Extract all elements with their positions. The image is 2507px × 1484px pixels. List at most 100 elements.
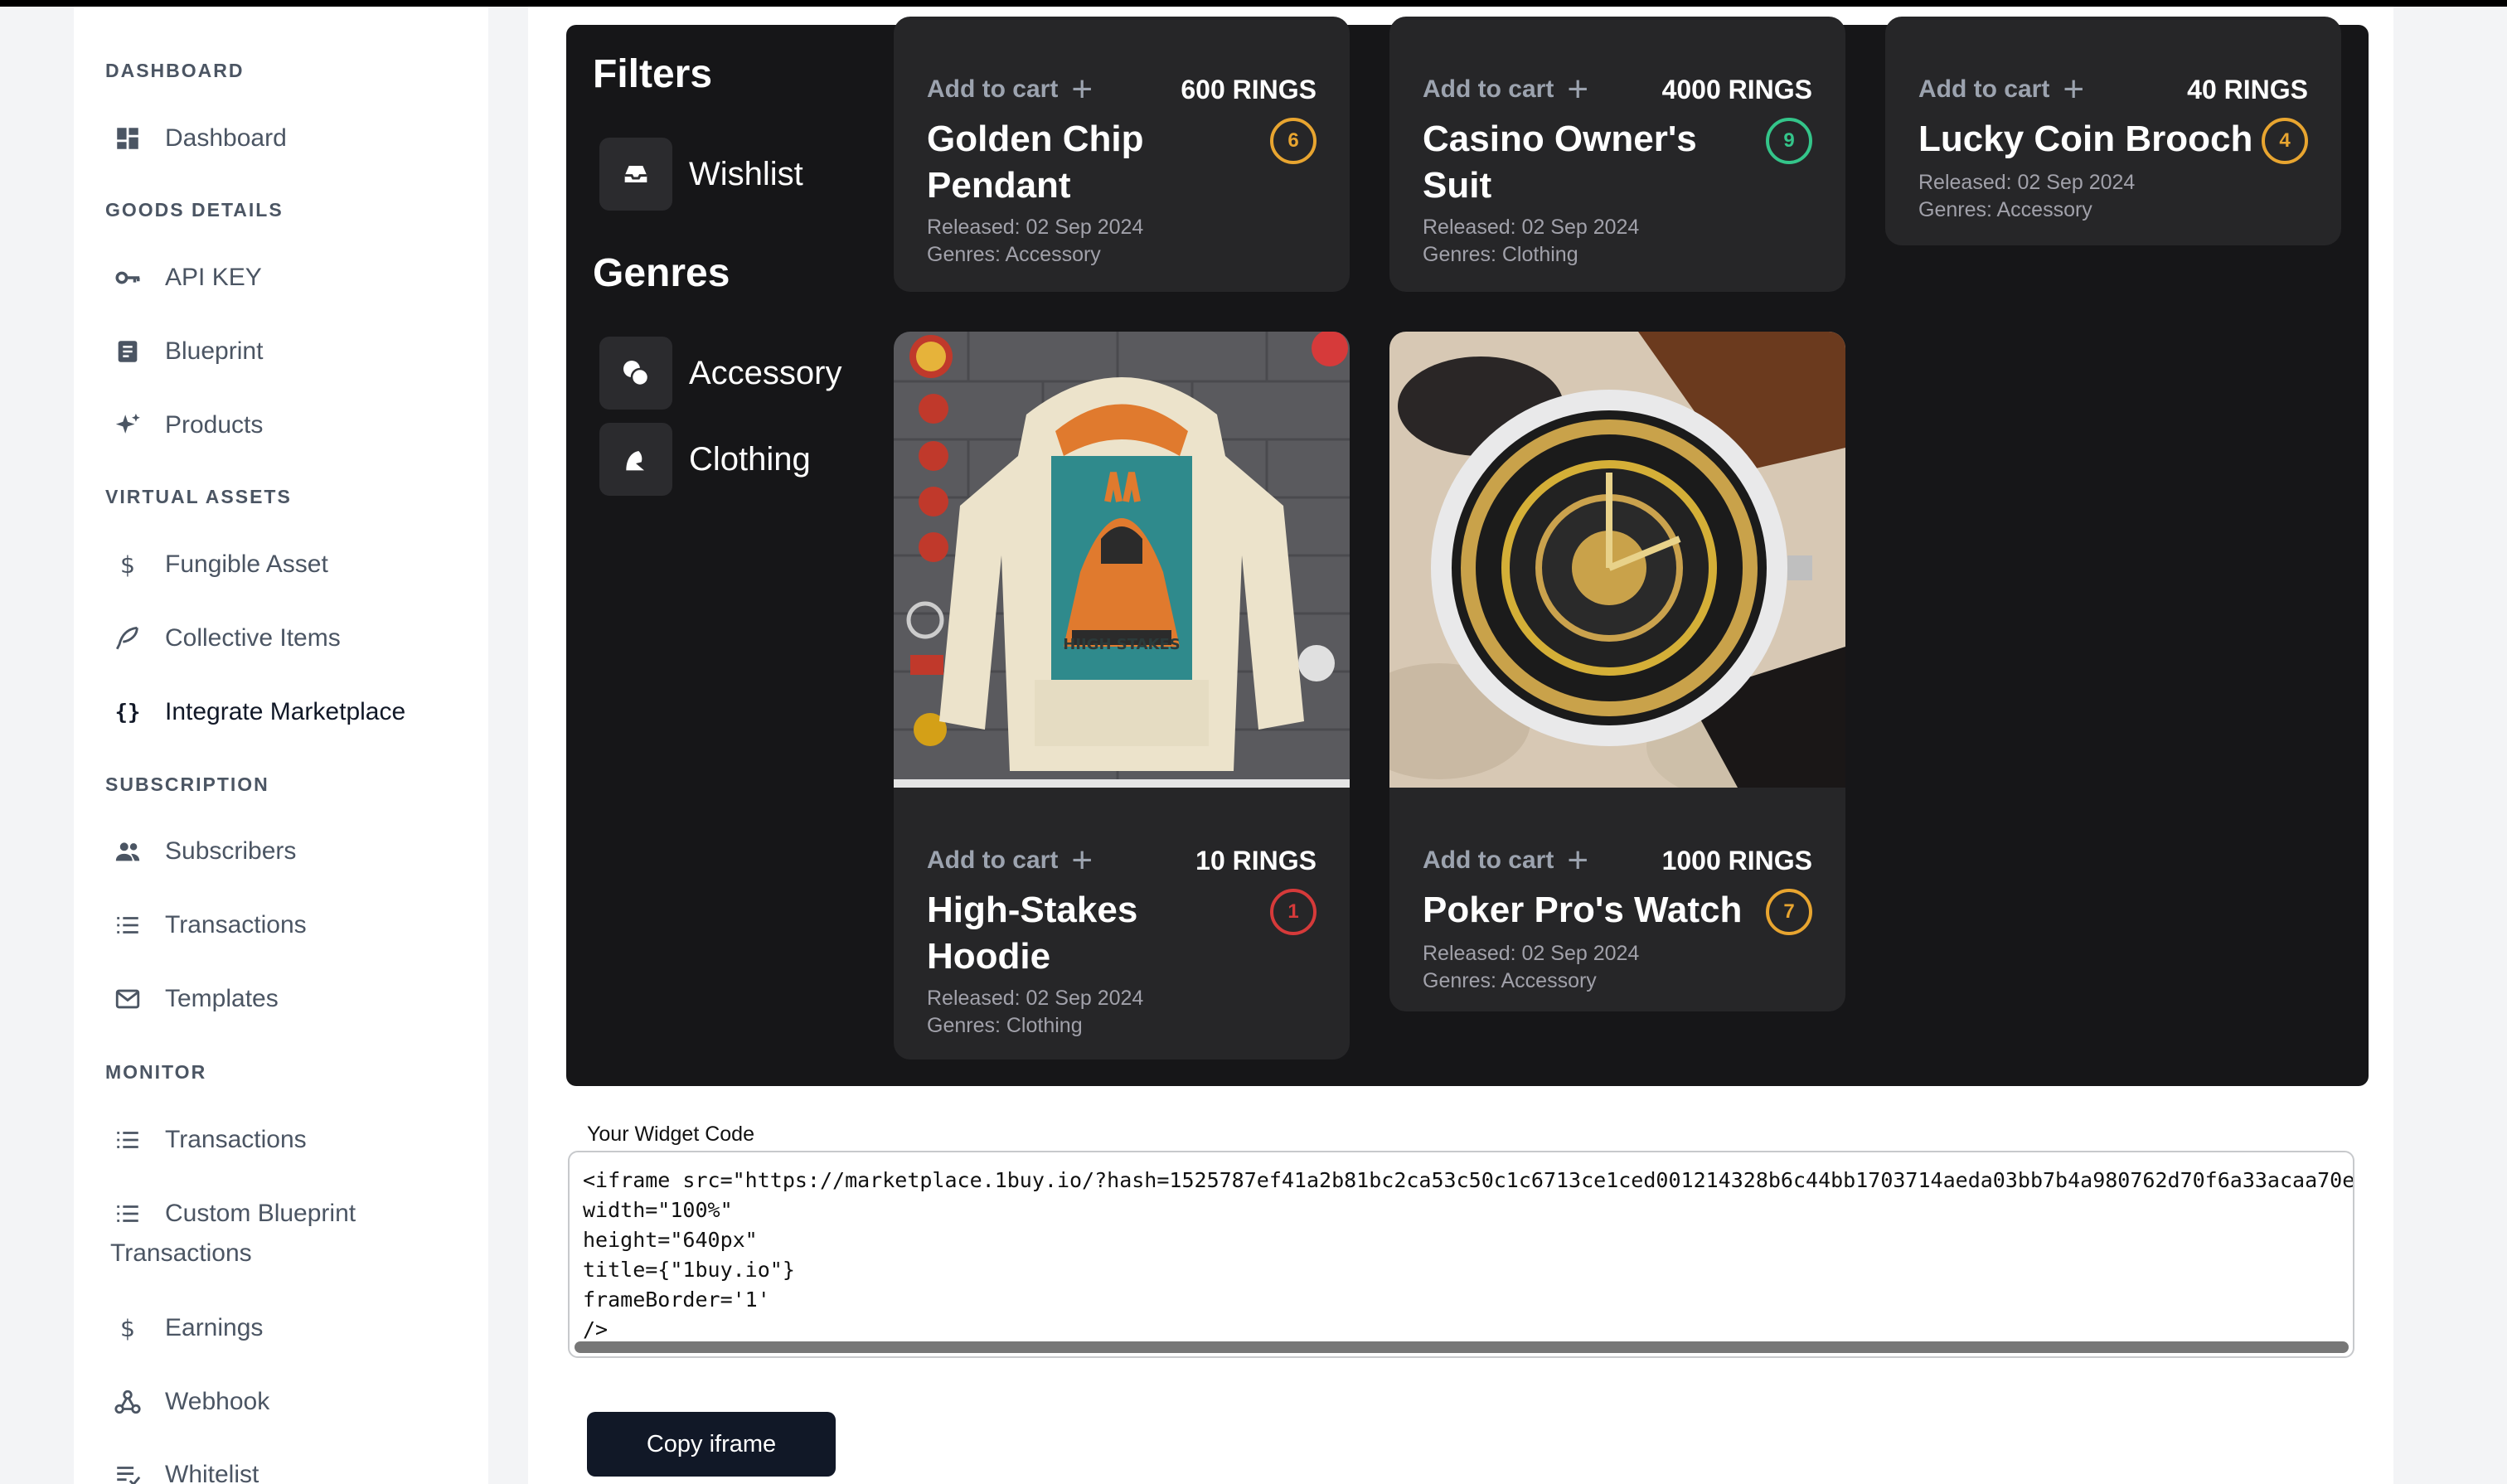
sidebar-item-collective-items[interactable]: Collective Items [112, 623, 341, 654]
sidebar: DASHBOARD Dashboard GOODS DETAILS API KE… [74, 7, 488, 1484]
sidebar-item-custom-blueprint-transactions[interactable]: Custom Blueprint Transactions [110, 1194, 356, 1273]
product-card[interactable]: Add to cart + 4000 RINGS Casino Owner's S… [1389, 17, 1845, 292]
product-name: High-Stakes Hoodie [927, 890, 1138, 977]
sidebar-item-label: Whitelist [165, 1461, 259, 1484]
product-price: 10 RINGS [1195, 845, 1317, 875]
plus-icon: + [1567, 840, 1589, 880]
section-virtual-assets: VIRTUAL ASSETS [105, 486, 292, 507]
sidebar-item-blueprint[interactable]: Blueprint [112, 336, 263, 367]
product-name: Casino Owner's Suit [1423, 119, 1697, 206]
product-genres: Genres: Clothing [1423, 243, 1578, 266]
widget-code-label: Your Widget Code [587, 1123, 754, 1146]
filter-genre-label: Clothing [689, 440, 811, 478]
sidebar-item-api-key[interactable]: API KEY [112, 262, 262, 293]
filters-title: Filters [593, 52, 713, 96]
filter-wishlist-label: Wishlist [689, 155, 803, 192]
stock-badge: 6 [1270, 118, 1317, 164]
sidebar-item-integrate-marketplace[interactable]: {} Integrate Marketplace [112, 696, 406, 728]
plus-icon: + [1071, 69, 1093, 109]
stock-badge: 4 [2262, 118, 2308, 164]
sidebar-item-transactions[interactable]: Transactions [112, 909, 307, 941]
stock-badge: 7 [1766, 889, 1812, 935]
sidebar-item-label: Subscribers [165, 837, 297, 865]
stock-badge: 1 [1270, 889, 1317, 935]
product-released: Released: 02 Sep 2024 [1423, 216, 1640, 239]
product-card[interactable]: Add to cart + 40 RINGS Lucky Coin Brooch … [1885, 17, 2341, 245]
marketplace-preview: Filters Wishlist Genres Accessory Clothi… [566, 17, 2369, 1086]
sidebar-item-label: Integrate Marketplace [165, 698, 406, 725]
add-to-cart-button[interactable]: Add to cart + [1423, 842, 1588, 879]
document-icon [112, 336, 143, 367]
feather-icon [112, 623, 143, 654]
section-monitor: MONITOR [105, 1061, 207, 1083]
code-braces-icon: {} [112, 696, 143, 728]
widget-code-text[interactable]: <iframe src="https://marketplace.1buy.io… [570, 1152, 2353, 1345]
stock-badge: 9 [1766, 118, 1812, 164]
product-card[interactable]: Add to cart + 600 RINGS Golden Chip Penda… [894, 17, 1350, 292]
users-icon [112, 836, 143, 867]
product-name: Poker Pro's Watch [1423, 890, 1743, 930]
sidebar-item-whitelist[interactable]: Whitelist [112, 1459, 259, 1484]
mail-icon [112, 983, 143, 1015]
sidebar-item-products[interactable]: Products [112, 410, 263, 441]
sidebar-item-label: Collective Items [165, 624, 341, 652]
copy-iframe-button[interactable]: Copy iframe [587, 1412, 836, 1477]
svg-text:{}: {} [115, 701, 141, 725]
svg-text:$: $ [120, 1315, 135, 1342]
horizontal-scrollbar[interactable] [575, 1341, 2349, 1353]
list-icon [112, 1124, 143, 1156]
sidebar-item-templates[interactable]: Templates [112, 983, 279, 1015]
product-price: 600 RINGS [1181, 74, 1317, 104]
add-to-cart-button[interactable]: Add to cart + [1918, 71, 2084, 108]
sidebar-item-label-line2: Transactions [110, 1239, 252, 1267]
plus-icon: + [1071, 840, 1093, 880]
plus-icon: + [2063, 69, 2085, 109]
webhook-icon [112, 1386, 143, 1418]
filter-genre-accessory[interactable]: Accessory [599, 337, 842, 410]
sidebar-item-label: Products [165, 411, 264, 439]
add-to-cart-button[interactable]: Add to cart + [927, 71, 1093, 108]
accessory-icon [599, 337, 672, 410]
dashboard-icon [112, 123, 143, 154]
product-card[interactable]: HIIGH STAKES Add to cart + 10 RINGS High-… [894, 332, 1350, 1060]
svg-text:$: $ [120, 551, 135, 579]
section-dashboard: DASHBOARD [105, 60, 245, 81]
product-released: Released: 02 Sep 2024 [927, 216, 1144, 239]
sidebar-item-label: Transactions [165, 911, 307, 938]
product-image-hoodie: HIIGH STAKES [894, 332, 1350, 788]
list-icon [112, 909, 143, 941]
widget-code-box[interactable]: <iframe src="https://marketplace.1buy.io… [568, 1151, 2354, 1358]
key-icon [112, 262, 143, 293]
product-price: 40 RINGS [2187, 74, 2308, 104]
filter-genre-clothing[interactable]: Clothing [599, 423, 811, 496]
product-released: Released: 02 Sep 2024 [1918, 171, 2136, 194]
sidebar-item-label: Dashboard [165, 124, 287, 152]
add-to-cart-button[interactable]: Add to cart + [1423, 71, 1588, 108]
sidebar-item-label: Transactions [165, 1126, 307, 1153]
hoodie-print-text: HIIGH STAKES [1063, 636, 1181, 653]
sidebar-item-monitor-transactions[interactable]: Transactions [112, 1124, 307, 1156]
product-card[interactable]: Add to cart + 1000 RINGS Poker Pro's Watc… [1389, 332, 1845, 1011]
product-genres: Genres: Accessory [1423, 969, 1597, 992]
product-price: 1000 RINGS [1661, 845, 1812, 875]
inbox-icon [599, 138, 672, 211]
product-released: Released: 02 Sep 2024 [927, 987, 1144, 1010]
sidebar-item-fungible-asset[interactable]: $ Fungible Asset [112, 549, 328, 580]
sidebar-item-subscribers[interactable]: Subscribers [112, 836, 296, 867]
sparkle-icon [112, 410, 143, 441]
product-image-watch [1389, 332, 1845, 788]
product-genres: Genres: Clothing [927, 1014, 1083, 1037]
add-to-cart-button[interactable]: Add to cart + [927, 842, 1093, 879]
section-goods-details: GOODS DETAILS [105, 199, 284, 221]
product-price: 4000 RINGS [1661, 74, 1812, 104]
sidebar-item-dashboard[interactable]: Dashboard [112, 123, 287, 154]
sidebar-item-label: Fungible Asset [165, 550, 328, 578]
sidebar-item-earnings[interactable]: $ Earnings [112, 1312, 263, 1344]
filter-wishlist[interactable]: Wishlist [599, 138, 803, 211]
clothing-icon [599, 423, 672, 496]
dollar-icon: $ [112, 1312, 143, 1344]
list-icon [112, 1198, 143, 1229]
sidebar-item-label: Blueprint [165, 337, 264, 365]
sidebar-item-webhook[interactable]: Webhook [112, 1386, 269, 1418]
product-released: Released: 02 Sep 2024 [1423, 942, 1640, 965]
